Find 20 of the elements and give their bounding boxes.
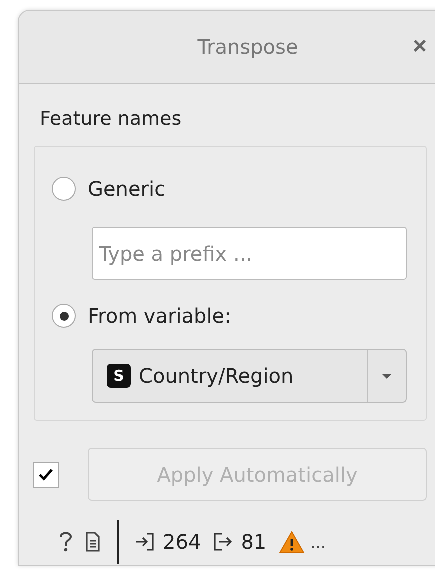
radio-label[interactable]: From variable: xyxy=(88,304,232,328)
more-text: ... xyxy=(310,532,326,552)
variable-dropdown[interactable]: S Country/Region xyxy=(92,349,407,403)
window-title: Transpose xyxy=(198,35,298,59)
radio-button[interactable] xyxy=(52,177,76,201)
section-title: Feature names xyxy=(39,107,183,132)
output-count: 81 xyxy=(241,530,267,554)
prefix-input-field[interactable]: Type a prefix ... xyxy=(92,227,407,280)
input-icon xyxy=(135,532,155,552)
document-icon[interactable] xyxy=(85,531,101,553)
string-type-icon: S xyxy=(107,364,131,388)
radio-button[interactable] xyxy=(52,304,76,328)
checkmark-icon xyxy=(38,468,54,482)
input-count: 264 xyxy=(163,530,202,554)
caret-icon xyxy=(381,372,393,380)
radio-label[interactable]: Generic xyxy=(88,177,166,201)
help-icon[interactable] xyxy=(59,531,73,553)
output-icon xyxy=(213,532,234,552)
warning-icon[interactable] xyxy=(278,530,305,554)
close-button[interactable]: × xyxy=(412,35,427,59)
